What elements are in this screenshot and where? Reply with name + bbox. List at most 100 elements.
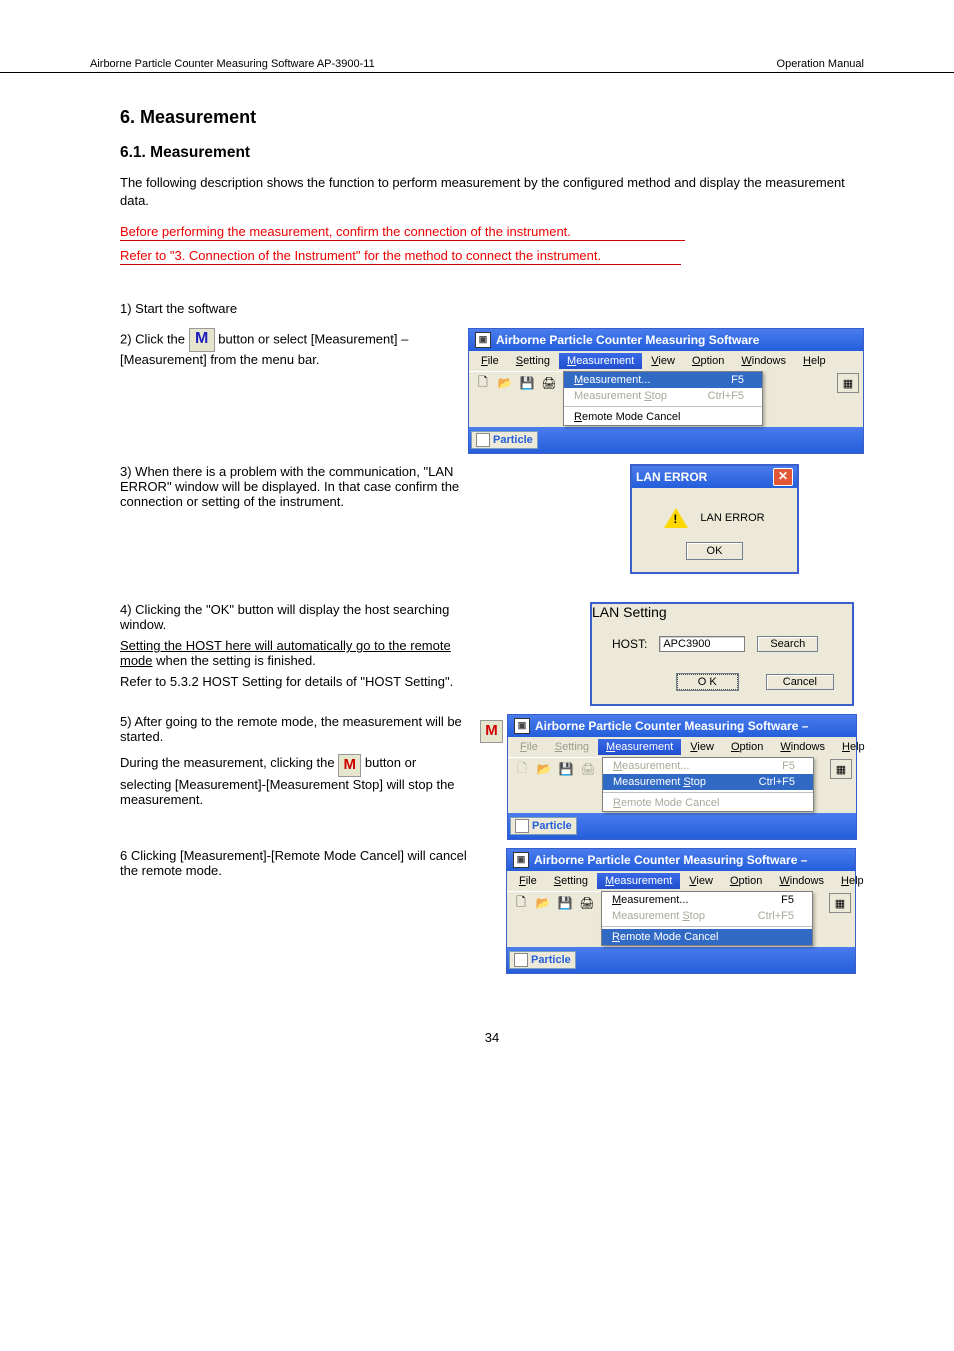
chart-icon [476, 433, 490, 447]
menu-view[interactable]: View [643, 353, 683, 369]
particle-tab[interactable]: Particle [509, 951, 576, 969]
menu-item-measurement: Measurement... F5 [603, 758, 813, 774]
menu-setting[interactable]: Setting [546, 873, 596, 889]
close-icon[interactable]: ✕ [773, 468, 793, 486]
host-label: HOST: [612, 637, 647, 651]
menu-item-measurement[interactable]: Measurement... F5 [564, 372, 762, 388]
print-icon[interactable]: 🖨 [577, 894, 597, 912]
app-icon: ▣ [475, 332, 491, 348]
intro-paragraph: The following description shows the func… [120, 174, 864, 210]
mdi-area: Particle [508, 813, 856, 839]
step-1: 1) Start the software [120, 301, 864, 316]
grid-icon[interactable]: ▦ [837, 373, 859, 393]
particle-tab[interactable]: Particle [471, 431, 538, 449]
shortcut-f5: F5 [782, 760, 795, 772]
lan-error-dialog: LAN ERROR ✕ LAN ERROR OK [630, 464, 799, 574]
step-5: 5) After going to the remote mode, the m… [120, 714, 470, 840]
menu-item-remote-cancel[interactable]: Remote Mode Cancel [602, 929, 812, 945]
m-icon-ref: M [480, 720, 503, 743]
print-icon[interactable]: 🖨 [539, 374, 559, 392]
menu-setting: Setting [547, 739, 597, 755]
menu-item-stop: Measurement Stop Ctrl+F5 [602, 908, 812, 924]
grid-icon[interactable]: ▦ [829, 893, 851, 913]
app-icon: ▣ [513, 852, 529, 868]
lan-error-titlebar: LAN ERROR ✕ [632, 466, 797, 488]
host-input[interactable] [659, 636, 745, 652]
menubar: File Setting Measurement View Option Win… [469, 351, 863, 371]
ok-button[interactable]: O K [677, 674, 738, 690]
save-icon[interactable]: 💾 [517, 374, 537, 392]
app-icon: ▣ [514, 718, 530, 734]
menu-view[interactable]: View [681, 873, 721, 889]
menu-help[interactable]: Help [834, 739, 873, 755]
section-number: 6. [120, 107, 135, 127]
grid-icon[interactable]: ▦ [830, 759, 852, 779]
window-title: Airborne Particle Counter Measuring Soft… [534, 853, 807, 867]
new-icon: 🗋 [512, 760, 532, 778]
menu-item-stop: Measurement Stop Ctrl+F5 [564, 388, 762, 404]
menu-file[interactable]: File [511, 873, 545, 889]
m-icon[interactable]: M [189, 328, 215, 352]
shortcut-ctrlf5: Ctrl+F5 [708, 390, 744, 402]
titlebar: ▣ Airborne Particle Counter Measuring So… [469, 329, 863, 351]
menu-item-remote-cancel[interactable]: Remote Mode Cancel [564, 409, 762, 425]
shortcut-f5: F5 [781, 894, 794, 906]
search-button[interactable]: Search [757, 636, 818, 652]
measurement-dropdown: Measurement... F5 Measurement Stop Ctrl+… [602, 757, 814, 812]
menu-measurement[interactable]: Measurement [598, 739, 681, 755]
step-4b-link: 5.3.2 HOST Setting [170, 674, 283, 689]
app-window-1: ▣ Airborne Particle Counter Measuring So… [468, 328, 864, 454]
toolbar: 🗋 📂 💾 🖨 [469, 371, 563, 426]
section-title: Measurement [140, 107, 256, 127]
window-title: Airborne Particle Counter Measuring Soft… [535, 719, 808, 733]
subsection-heading: 6.1. Measurement [120, 144, 864, 162]
menu-measurement[interactable]: Measurement [597, 873, 680, 889]
step-4: 4) Clicking the "OK" button will display… [120, 602, 470, 706]
lan-setting-titlebar: LAN Setting [592, 604, 852, 620]
app-window-3: ▣ Airborne Particle Counter Measuring So… [506, 848, 856, 974]
print-icon: 🖨 [578, 760, 598, 778]
new-icon[interactable]: 🗋 [473, 374, 493, 392]
page-number: 34 [120, 1030, 864, 1045]
menu-windows[interactable]: Windows [733, 353, 794, 369]
menu-measurement[interactable]: Measurement [559, 353, 642, 369]
menu-item-measurement[interactable]: Measurement... F5 [602, 892, 812, 908]
menu-windows[interactable]: Windows [771, 873, 832, 889]
menu-option[interactable]: Option [722, 873, 770, 889]
warning-icon [664, 508, 688, 528]
menu-file[interactable]: File [473, 353, 507, 369]
step-2: 2) Click the M button or select [Measure… [120, 328, 468, 454]
new-icon[interactable]: 🗋 [511, 894, 531, 912]
menu-view[interactable]: View [682, 739, 722, 755]
chart-icon [515, 819, 529, 833]
m-icon-stop[interactable]: M [338, 754, 361, 777]
menu-help[interactable]: Help [833, 873, 872, 889]
titlebar: ▣ Airborne Particle Counter Measuring So… [507, 849, 855, 871]
menu-item-remote-cancel: Remote Mode Cancel [603, 795, 813, 811]
menu-option[interactable]: Option [684, 353, 732, 369]
shortcut-ctrlf5: Ctrl+F5 [759, 776, 795, 788]
save-icon[interactable]: 💾 [555, 894, 575, 912]
menu-file: File [512, 739, 546, 755]
lan-error-title: LAN ERROR [636, 470, 707, 484]
menu-setting[interactable]: Setting [508, 353, 558, 369]
shortcut-ctrlf5: Ctrl+F5 [758, 910, 794, 922]
page-header: Airborne Particle Counter Measuring Soft… [0, 0, 954, 73]
ok-button[interactable]: OK [686, 542, 744, 560]
header-right: Operation Manual [777, 58, 864, 70]
particle-tab[interactable]: Particle [510, 817, 577, 835]
cancel-button[interactable]: Cancel [766, 674, 834, 690]
mdi-area: Particle [469, 427, 863, 453]
lan-setting-dialog: LAN Setting HOST: Search O K Cancel [590, 602, 854, 706]
window-title: Airborne Particle Counter Measuring Soft… [496, 333, 759, 347]
menu-windows[interactable]: Windows [772, 739, 833, 755]
menu-option[interactable]: Option [723, 739, 771, 755]
measurement-dropdown: Measurement... F5 Measurement Stop Ctrl+… [563, 371, 763, 426]
menu-help[interactable]: Help [795, 353, 834, 369]
lan-error-text: LAN ERROR [700, 512, 764, 524]
menu-item-stop[interactable]: Measurement Stop Ctrl+F5 [603, 774, 813, 790]
mdi-area: Particle [507, 947, 855, 973]
shortcut-f5: F5 [731, 374, 744, 386]
open-icon[interactable]: 📂 [495, 374, 515, 392]
open-icon[interactable]: 📂 [533, 894, 553, 912]
